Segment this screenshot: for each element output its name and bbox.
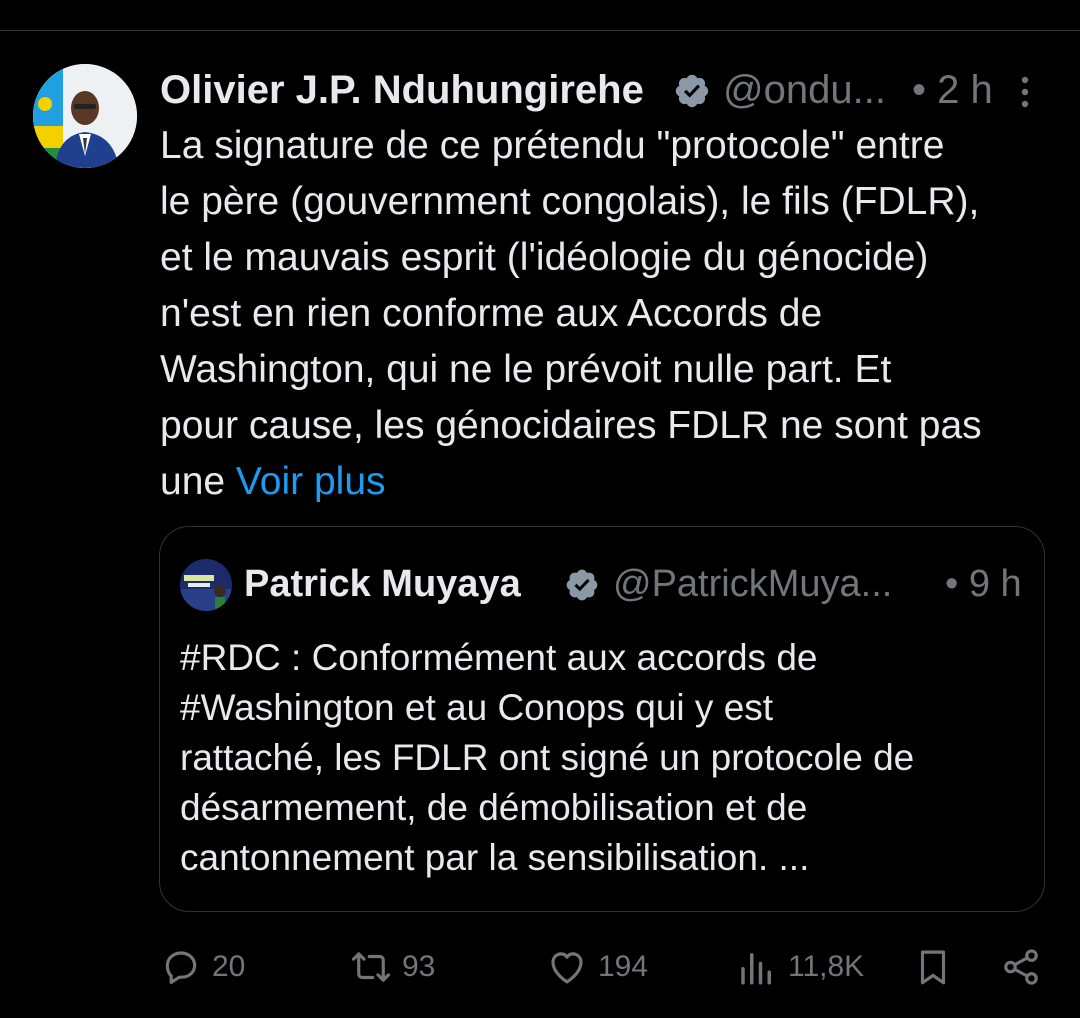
heart-icon	[551, 952, 583, 984]
author-avatar[interactable]	[33, 64, 137, 168]
author-handle[interactable]: @ondu...	[723, 68, 886, 113]
quote-text: #RDC : Conformément aux accords de #Wash…	[180, 633, 1040, 883]
tweet-text-line: n'est en rien conforme aux Accords de	[160, 292, 823, 335]
see-more-link[interactable]: Voir plus	[236, 460, 386, 503]
share-button[interactable]	[1000, 940, 1042, 994]
top-divider	[0, 30, 1080, 31]
views-count: 11,8K	[788, 950, 865, 983]
quote-verified-badge-icon[interactable]	[564, 567, 600, 603]
reply-count: 20	[212, 950, 246, 983]
tweet-text-last-line: une Voir plus	[160, 454, 1060, 510]
like-count: 194	[598, 950, 649, 983]
reply-icon	[165, 951, 197, 984]
action-bar: 20 93 194 11,8K	[0, 940, 1080, 994]
reply-button[interactable]: 20	[160, 940, 245, 994]
more-vertical-icon[interactable]	[1010, 74, 1040, 110]
repost-button[interactable]: 93	[350, 940, 435, 994]
quote-avatar-image	[180, 559, 232, 611]
tweet-text-line: La signature de ce prétendu "protocole" …	[160, 124, 945, 167]
author-avatar-image	[33, 64, 137, 168]
share-icon	[1004, 949, 1038, 985]
quote-text-line: #Washington et au Conops qui y est	[180, 687, 774, 728]
tweet-text-line: Washington, qui ne le prévoit nulle part…	[160, 348, 892, 391]
tweet-text-line: le père (gouvernment congolais), le fils…	[160, 180, 980, 223]
tweet-time[interactable]: • 2 h	[912, 68, 993, 113]
quote-text-line: désarmement, de démobilisation et de	[180, 787, 808, 828]
quote-text-line: #RDC : Conformément aux accords de	[180, 637, 818, 678]
views-button[interactable]: 11,8K	[736, 940, 864, 994]
tweet-text-line: pour cause, les génocidaires FDLR ne son…	[160, 404, 982, 447]
tweet-text-line: une	[160, 460, 226, 503]
repost-count: 93	[402, 950, 436, 983]
like-button[interactable]: 194	[546, 940, 648, 994]
repost-icon	[351, 952, 391, 982]
verified-badge-icon[interactable]	[673, 72, 711, 110]
tweet-text: La signature de ce prétendu "protocole" …	[160, 118, 1060, 510]
bookmark-icon	[920, 950, 946, 985]
quote-author-name[interactable]: Patrick Muyaya	[244, 563, 521, 606]
quote-author-avatar[interactable]	[180, 559, 232, 611]
quote-text-line: rattaché, les FDLR ont signé un protocol…	[180, 737, 915, 778]
quote-text-line: cantonnement par la sensibilisation. ...	[180, 837, 810, 878]
quote-author-handle[interactable]: @PatrickMuya...	[613, 563, 892, 606]
quoted-tweet[interactable]: Patrick Muyaya @PatrickMuya... • 9 h #RD…	[159, 526, 1045, 912]
bookmark-button[interactable]	[912, 940, 954, 994]
tweet-text-line: et le mauvais esprit (l'idéologie du gén…	[160, 236, 929, 279]
quote-time[interactable]: • 9 h	[945, 563, 1022, 606]
author-name[interactable]: Olivier J.P. Nduhungirehe	[160, 68, 644, 113]
tweet-header: Olivier J.P. Nduhungirehe @ondu... • 2 h	[160, 64, 1060, 116]
views-chart-icon	[741, 953, 771, 985]
